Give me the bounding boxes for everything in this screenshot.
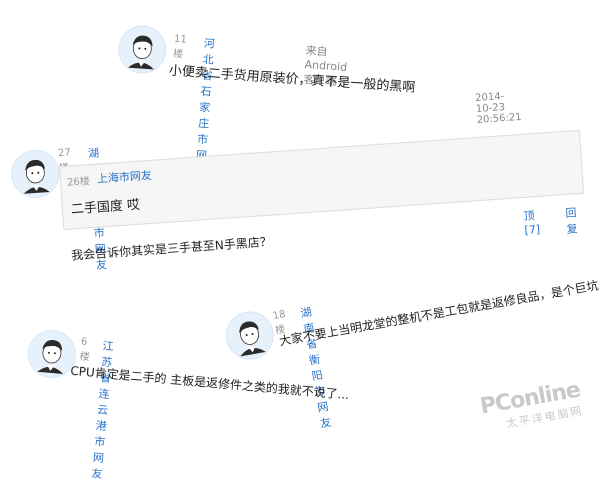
quoted-comment: 26楼 上海市网友 二手国度 哎: [58, 129, 585, 231]
user-avatar-icon: [12, 150, 59, 197]
comment-timestamp: 2014-10-23 20:56:21: [474, 91, 522, 126]
avatar[interactable]: [9, 148, 62, 200]
quoted-text: 二手国度 哎: [70, 197, 141, 218]
user-avatar-icon: [226, 312, 273, 359]
upvote-button[interactable]: 顶[7]: [523, 207, 540, 237]
reply-button[interactable]: 回复: [565, 204, 578, 237]
username-link[interactable]: 江苏省连云港市网友: [91, 337, 115, 481]
quoted-username-link[interactable]: 上海市网友: [96, 167, 152, 187]
quoted-floor-number: 26楼: [66, 176, 91, 189]
user-avatar-icon: [119, 26, 166, 73]
floor-number: 11楼: [172, 33, 188, 61]
avatar[interactable]: [116, 24, 168, 76]
floor-number: 6楼: [79, 336, 91, 364]
pconline-watermark: PConline 太平洋电脑网: [478, 378, 584, 436]
comment-text: CPU肯定是二手的 主板是返修件之类的我就不说了...: [69, 363, 350, 403]
user-avatar-icon: [28, 331, 75, 378]
comment-text: 大家不要上当明龙堂的整机不是工包就是返修良品，是个巨坑: [278, 278, 600, 349]
avatar[interactable]: [222, 307, 278, 364]
